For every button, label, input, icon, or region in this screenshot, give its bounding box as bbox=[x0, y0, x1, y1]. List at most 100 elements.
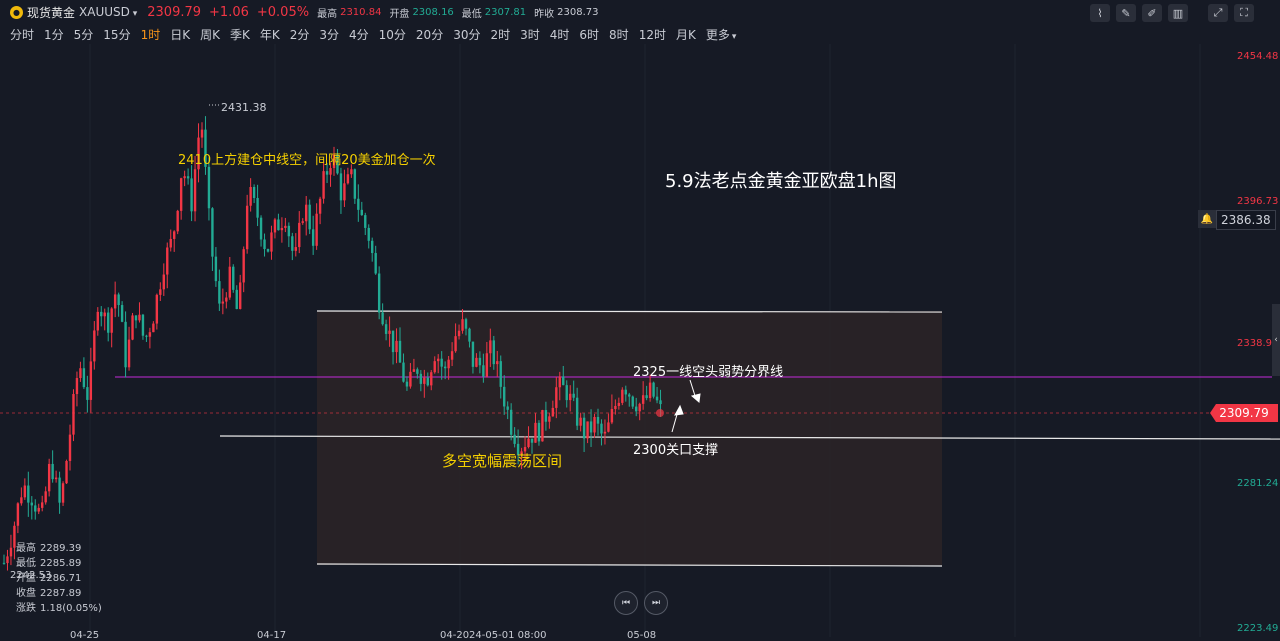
interval-tab[interactable]: 周K bbox=[200, 26, 220, 43]
candle-type-icon[interactable]: ▥ bbox=[1168, 4, 1188, 22]
scroll-forward-button[interactable]: ⏭ bbox=[644, 591, 668, 615]
candle-body bbox=[645, 395, 648, 399]
candle-body bbox=[565, 385, 568, 401]
candle-body bbox=[614, 405, 617, 410]
interval-tab[interactable]: 12时 bbox=[639, 26, 666, 43]
candle-body bbox=[225, 297, 228, 302]
interval-tab[interactable]: 6时 bbox=[579, 26, 599, 43]
price-alert[interactable]: 🔔 2386.38 bbox=[1198, 210, 1276, 230]
candle-body bbox=[173, 231, 176, 239]
candle-body bbox=[621, 389, 624, 403]
candle-body bbox=[371, 240, 374, 254]
candle-body bbox=[82, 368, 86, 388]
interval-tab[interactable]: 年K bbox=[260, 26, 280, 43]
candle-body bbox=[176, 210, 179, 232]
candle-body bbox=[120, 305, 124, 322]
candle-body bbox=[610, 409, 614, 423]
candle-body bbox=[329, 168, 332, 175]
symbol-header: ● 现货黄金 XAUUSD 2309.79 +1.06 +0.05% 最高 23… bbox=[0, 0, 1280, 24]
candle-body bbox=[58, 477, 61, 503]
candle-body bbox=[75, 378, 79, 395]
candle-body bbox=[193, 169, 197, 212]
candle-body bbox=[579, 417, 582, 426]
candle-body bbox=[419, 373, 423, 384]
interval-tab[interactable]: 8时 bbox=[609, 26, 629, 43]
candle-body bbox=[440, 358, 443, 367]
candle-body bbox=[423, 377, 426, 384]
candle-body bbox=[61, 483, 65, 503]
candle-body bbox=[110, 308, 113, 333]
axis-tick: 2454.48 bbox=[1237, 51, 1279, 62]
candle-body bbox=[617, 402, 621, 406]
candle-body bbox=[575, 397, 579, 426]
candle-body bbox=[603, 431, 607, 434]
interval-tab[interactable]: 3分 bbox=[319, 26, 339, 43]
price-change-pct: +0.05% bbox=[256, 4, 310, 20]
interval-tab[interactable]: 1时 bbox=[141, 26, 161, 43]
scroll-back-button[interactable]: ⏮ bbox=[614, 591, 638, 615]
symbol-selector[interactable]: XAUUSD bbox=[79, 5, 137, 19]
side-panel-toggle[interactable]: ‹ bbox=[1272, 304, 1280, 376]
date-label: 04-2024-05-01 08:00 bbox=[440, 630, 547, 641]
candle-body bbox=[648, 382, 652, 399]
candle-body bbox=[548, 416, 551, 422]
candle-body bbox=[232, 266, 235, 290]
candle-body bbox=[377, 273, 381, 313]
interval-tab[interactable]: 2时 bbox=[490, 26, 510, 43]
candle-body bbox=[596, 416, 600, 424]
interval-tab[interactable]: 更多 bbox=[706, 26, 737, 43]
interval-tab[interactable]: 3时 bbox=[520, 26, 540, 43]
prev-close-label: 昨收 bbox=[534, 8, 555, 20]
candle-body bbox=[405, 381, 409, 387]
draw-icon[interactable]: ✎ bbox=[1116, 4, 1136, 22]
candle-body bbox=[294, 247, 297, 251]
candle-body bbox=[652, 382, 655, 397]
candle-body bbox=[100, 311, 103, 317]
candle-body bbox=[103, 312, 106, 317]
candle-body bbox=[402, 362, 405, 382]
candle-body bbox=[322, 171, 325, 199]
candle-body bbox=[503, 386, 506, 407]
price-chart[interactable] bbox=[0, 44, 1280, 637]
candle-body bbox=[454, 336, 457, 352]
candle-body bbox=[89, 361, 93, 400]
candle-body bbox=[551, 407, 555, 417]
candle-body bbox=[228, 266, 231, 298]
candle-body bbox=[266, 249, 270, 252]
candle-body bbox=[537, 422, 541, 442]
interval-tab[interactable]: 4时 bbox=[550, 26, 570, 43]
interval-tab[interactable]: 4分 bbox=[349, 26, 369, 43]
support-note: 2300关口支撑 bbox=[633, 443, 719, 458]
low-value: 2307.81 bbox=[484, 6, 527, 18]
candle-body bbox=[450, 351, 454, 360]
candle-body bbox=[485, 353, 489, 377]
candle-body bbox=[249, 186, 252, 206]
expand-icon[interactable]: ⤢ bbox=[1208, 4, 1228, 22]
candle-body bbox=[134, 315, 138, 321]
candle-body bbox=[409, 371, 412, 387]
interval-tab[interactable]: 日K bbox=[170, 26, 190, 43]
date-label: 04-17 bbox=[257, 630, 287, 641]
candle-body bbox=[124, 321, 127, 368]
interval-tab[interactable]: 30分 bbox=[453, 26, 480, 43]
interval-tab[interactable]: 分时 bbox=[10, 26, 34, 43]
interval-tab[interactable]: 2分 bbox=[290, 26, 310, 43]
interval-tab[interactable]: 季K bbox=[230, 26, 250, 43]
candle-body bbox=[346, 174, 350, 184]
interval-tab[interactable]: 5分 bbox=[74, 26, 94, 43]
interval-tab[interactable]: 月K bbox=[676, 26, 696, 43]
candle-body bbox=[155, 294, 159, 324]
interval-tab[interactable]: 20分 bbox=[416, 26, 443, 43]
indicator-icon[interactable]: ⌇ bbox=[1090, 4, 1110, 22]
candle-body bbox=[186, 176, 190, 179]
interval-tab[interactable]: 10分 bbox=[379, 26, 406, 43]
candle-body bbox=[183, 176, 186, 179]
interval-tab[interactable]: 1分 bbox=[44, 26, 64, 43]
interval-tab[interactable]: 15分 bbox=[103, 26, 130, 43]
candle-body bbox=[298, 222, 301, 248]
fullscreen-icon[interactable]: ⛶ bbox=[1234, 4, 1254, 22]
candle-body bbox=[270, 232, 273, 252]
candle-body bbox=[54, 477, 58, 480]
candle-body bbox=[138, 314, 141, 321]
pen-icon[interactable]: ✐ bbox=[1142, 4, 1162, 22]
